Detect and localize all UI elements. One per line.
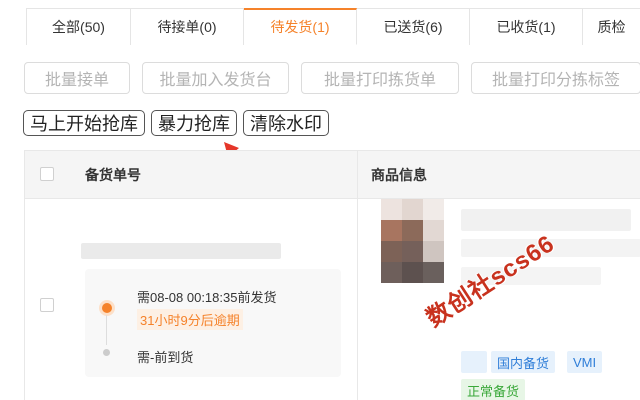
- force-grab-button[interactable]: 暴力抢库: [151, 110, 237, 136]
- order-number-blurred: [81, 243, 281, 259]
- tab-qc[interactable]: 质检: [583, 9, 640, 45]
- timeline-dot-active: [102, 303, 112, 313]
- batch-button-row: 批量接单 批量加入发货台 批量打印拣货单 批量打印分拣标签: [24, 62, 640, 94]
- batch-add-shipping-button[interactable]: 批量加入发货台: [142, 62, 289, 94]
- overdue-countdown: 31小时9分后逾期: [137, 309, 243, 330]
- timeline-dot-inactive: [103, 349, 110, 356]
- status-tabs: 全部(50) 待接单(0) 待发货(1) 已送货(6) 已收货(1) 质检: [26, 8, 640, 45]
- product-thumbnail[interactable]: [381, 199, 445, 283]
- table-header: 备货单号 商品信息: [25, 151, 640, 199]
- order-table: 备货单号 商品信息 需08-08 00:18:35前发货 31小时9分后逾期 需…: [24, 150, 640, 400]
- tab-pending-accept[interactable]: 待接单(0): [131, 9, 244, 45]
- tab-all[interactable]: 全部(50): [27, 9, 131, 45]
- start-grab-button[interactable]: 马上开始抢库: [23, 110, 145, 136]
- batch-accept-button[interactable]: 批量接单: [24, 62, 130, 94]
- tab-shipped[interactable]: 已送货(6): [357, 9, 470, 45]
- batch-print-picklist-button[interactable]: 批量打印拣货单: [301, 62, 459, 94]
- action-button-row: 马上开始抢库 暴力抢库 清除水印: [23, 110, 335, 136]
- column-divider: [357, 151, 358, 400]
- header-product-info: 商品信息: [371, 167, 427, 183]
- tag-partial: [461, 351, 487, 373]
- select-all-checkbox[interactable]: [40, 167, 54, 181]
- timeline-line: [106, 315, 107, 345]
- tag-vmi: VMI: [567, 351, 603, 373]
- tag-normal-stock: 正常备货: [461, 379, 526, 400]
- timeline-card: 需08-08 00:18:35前发货 31小时9分后逾期 需-前到货: [85, 269, 341, 377]
- tag-domestic-stock: 国内备货: [491, 351, 556, 373]
- ship-deadline: 需08-08 00:18:35前发货: [137, 290, 277, 305]
- arrive-deadline: 需-前到货: [137, 350, 194, 365]
- product-title-blurred: [461, 209, 631, 231]
- header-order-no: 备货单号: [85, 167, 141, 183]
- tab-pending-ship[interactable]: 待发货(1): [244, 8, 357, 45]
- tab-received[interactable]: 已收货(1): [470, 9, 583, 45]
- row-checkbox[interactable]: [40, 298, 54, 312]
- batch-print-sort-label-button[interactable]: 批量打印分拣标签: [471, 62, 640, 94]
- clear-watermark-button[interactable]: 清除水印: [243, 110, 329, 136]
